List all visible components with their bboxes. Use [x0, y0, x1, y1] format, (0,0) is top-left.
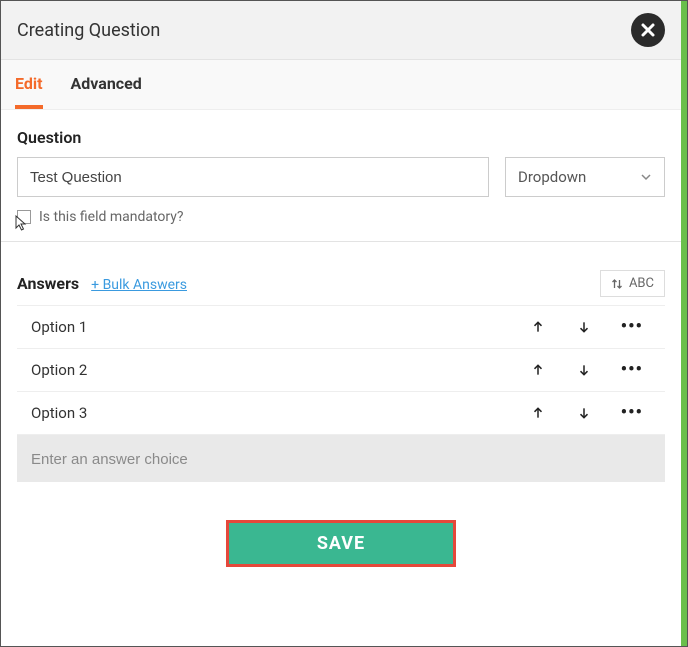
move-down-button[interactable]	[575, 361, 593, 379]
sort-alpha-button[interactable]: ABC	[600, 270, 665, 297]
arrow-up-icon	[531, 320, 545, 334]
sort-label: ABC	[629, 276, 654, 291]
arrow-down-icon	[577, 363, 591, 377]
modal-title: Creating Question	[17, 20, 160, 41]
modal-header: Creating Question	[1, 1, 681, 60]
more-options-button[interactable]: •••	[621, 318, 643, 336]
arrow-down-icon	[577, 406, 591, 420]
content-area: Question Dropdown Is this field mandator…	[1, 110, 681, 646]
answers-header: Answers + Bulk Answers ABC	[17, 270, 665, 297]
answer-label: Option 3	[31, 404, 529, 422]
answer-row: Option 1 •••	[17, 306, 665, 349]
arrow-up-icon	[531, 363, 545, 377]
more-options-button[interactable]: •••	[621, 404, 643, 422]
new-answer-input[interactable]	[31, 451, 651, 468]
right-accent-bar	[681, 1, 687, 646]
answer-row: Option 2 •••	[17, 349, 665, 392]
answer-label: Option 1	[31, 318, 529, 336]
move-down-button[interactable]	[575, 318, 593, 336]
bulk-answers-link[interactable]: + Bulk Answers	[91, 277, 187, 293]
sort-icon	[611, 278, 623, 290]
close-icon	[640, 22, 656, 38]
arrow-up-icon	[531, 406, 545, 420]
tab-advanced[interactable]: Advanced	[71, 74, 142, 109]
close-button[interactable]	[631, 13, 665, 47]
answer-list: Option 1 ••• Option 2	[17, 305, 665, 435]
answer-actions: •••	[529, 404, 659, 422]
save-button[interactable]: SAVE	[226, 520, 456, 567]
question-text-input[interactable]	[17, 157, 489, 197]
mandatory-checkbox[interactable]	[17, 210, 31, 224]
answer-actions: •••	[529, 361, 659, 379]
question-row: Dropdown	[17, 157, 665, 197]
new-answer-row	[17, 435, 665, 482]
move-down-button[interactable]	[575, 404, 593, 422]
move-up-button[interactable]	[529, 318, 547, 336]
answers-section: Answers + Bulk Answers ABC Option 1	[1, 242, 681, 482]
answer-actions: •••	[529, 318, 659, 336]
tab-bar: Edit Advanced	[1, 60, 681, 110]
answer-label: Option 2	[31, 361, 529, 379]
question-section: Question Dropdown Is this field mandator…	[1, 110, 681, 242]
question-type-dropdown[interactable]: Dropdown	[505, 157, 665, 197]
answer-row: Option 3 •••	[17, 392, 665, 435]
answers-header-left: Answers + Bulk Answers	[17, 274, 187, 293]
move-up-button[interactable]	[529, 404, 547, 422]
answers-title: Answers	[17, 274, 79, 293]
chevron-down-icon	[640, 171, 652, 183]
footer: SAVE	[1, 482, 681, 593]
mandatory-row: Is this field mandatory?	[17, 209, 665, 225]
move-up-button[interactable]	[529, 361, 547, 379]
modal-panel: Creating Question Edit Advanced Question…	[1, 1, 681, 646]
mandatory-label: Is this field mandatory?	[39, 209, 184, 225]
arrow-down-icon	[577, 320, 591, 334]
tab-edit[interactable]: Edit	[15, 74, 43, 109]
dropdown-selected-value: Dropdown	[518, 168, 586, 186]
question-label: Question	[17, 128, 665, 147]
more-options-button[interactable]: •••	[621, 361, 643, 379]
